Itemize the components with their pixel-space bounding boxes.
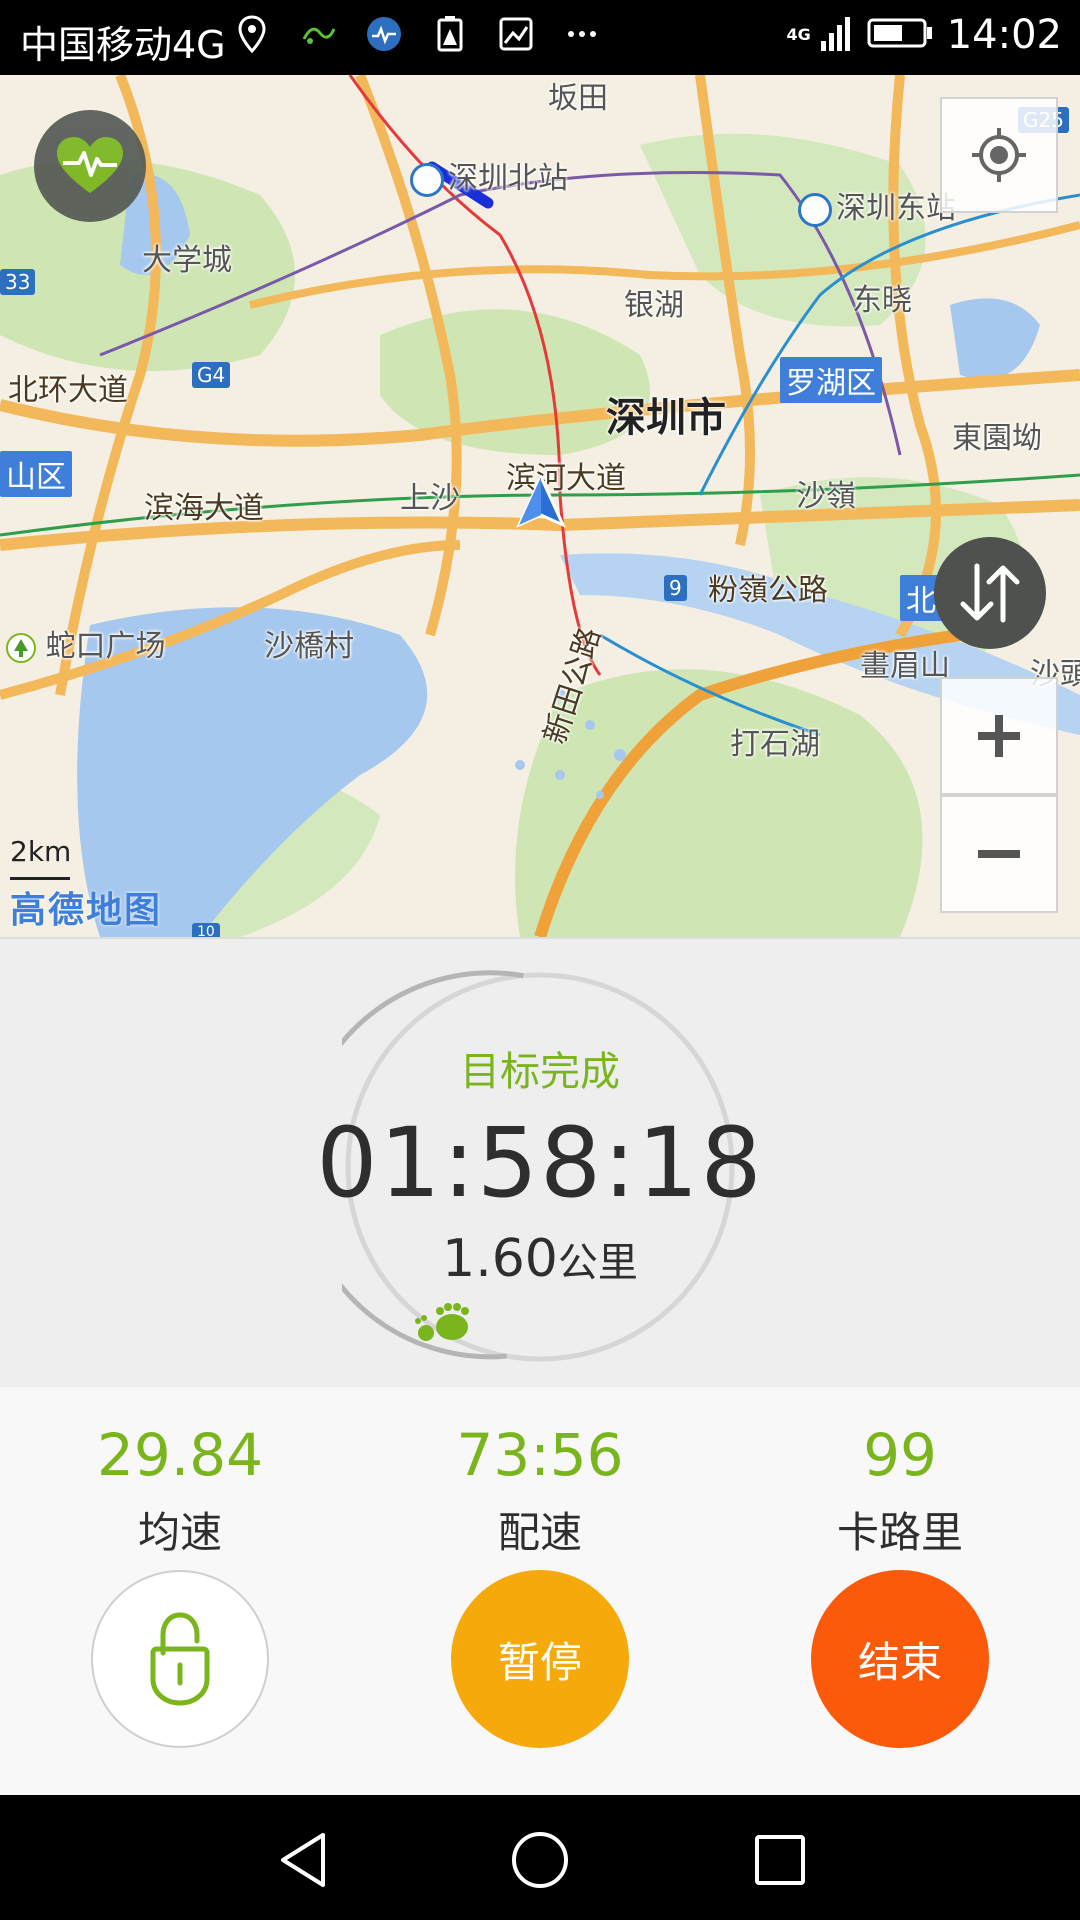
clock: 14:02 (946, 12, 1062, 58)
back-icon (281, 1833, 325, 1887)
more-notifications-icon (562, 14, 602, 54)
recents-button[interactable] (745, 1825, 815, 1895)
location-icon (232, 14, 272, 54)
pause-label: 暂停 (497, 1637, 582, 1687)
signal-icon (819, 13, 853, 57)
heart-rate-button[interactable] (34, 110, 146, 222)
home-button[interactable] (505, 1825, 575, 1895)
highway-shield: 10 (192, 923, 220, 937)
highway-shield: 33 (0, 269, 36, 295)
map-label: 坂田 (548, 81, 608, 116)
calories-value: 99 (863, 1421, 937, 1489)
map-label: 东晓 (852, 283, 912, 318)
image-icon (496, 14, 536, 54)
map-label-station: 深圳东站 (798, 183, 956, 227)
network-type: 4G (786, 25, 811, 44)
avg-speed-label: 均速 (137, 1508, 222, 1557)
heart-rate-icon (57, 137, 123, 193)
notification-icons (232, 14, 602, 54)
map-label: 沙橋村 (264, 629, 354, 664)
metro-station-icon (410, 162, 444, 197)
unlock-icon (150, 1612, 210, 1706)
zoom-out-button[interactable] (940, 795, 1058, 913)
map-scale-bar (10, 877, 70, 880)
avg-speed-value: 29.84 (96, 1421, 264, 1489)
pause-button[interactable]: 暂停 (451, 1570, 629, 1748)
map-label: 畫眉山 (860, 649, 950, 684)
highway-shield: 9 (664, 575, 687, 601)
system-nav-bar (0, 1795, 1080, 1920)
map-label-district: 山区 (0, 451, 72, 497)
map-label: 银湖 (624, 288, 684, 323)
swap-button[interactable] (934, 537, 1046, 649)
map-view[interactable]: 坂田 深圳北站 深圳东站 大学城 银湖 东晓 北环大道 罗湖区 深圳市 東園坳 … (0, 75, 1080, 937)
swap-arrows-icon (960, 563, 1020, 623)
map-label: 東園坳 (952, 421, 1042, 456)
app-notification-icon (298, 14, 338, 54)
map-label: 打石湖 (730, 727, 820, 762)
map-label: 粉嶺公路 (708, 573, 828, 608)
map-label: 上沙 (400, 481, 460, 516)
distance: 1.60公里 (0, 1229, 1080, 1289)
battery-icon (867, 16, 933, 54)
carrier-name: 中国移动4G (20, 23, 226, 67)
map-label: 蛇口广场 (6, 621, 166, 665)
zoom-in-button[interactable] (940, 677, 1058, 795)
timer-panel: 目标完成 01:58:18 1.60公里 (0, 937, 1080, 1389)
stats-panel: 29.84 均速 73:56 配速 99 卡路里 暂停 结束 (0, 1387, 1080, 1795)
goal-status: 目标完成 (460, 1049, 620, 1095)
end-button[interactable]: 结束 (811, 1570, 989, 1748)
map-label: 滨海大道 (144, 491, 264, 526)
status-right: 4G 14:02 (786, 12, 1062, 58)
unlock-button[interactable] (91, 1570, 269, 1748)
map-label: 大学城 (142, 243, 232, 278)
navigation-arrow-icon (515, 473, 567, 535)
locate-button[interactable] (940, 97, 1058, 213)
map-label-station: 深圳北站 (410, 153, 568, 197)
highway-shield: G4 (192, 362, 231, 388)
footprint-icon (414, 1299, 474, 1349)
plus-icon (978, 715, 1020, 757)
home-icon (512, 1832, 568, 1888)
map-provider-logo: 高德地图 (10, 890, 163, 931)
map-label: 沙嶺 (796, 479, 856, 514)
distance-value: 1.60 (442, 1229, 558, 1289)
status-bar: 中国移动4G 4G 14:02 (0, 0, 1080, 75)
pace-label: 配速 (497, 1508, 582, 1557)
map-label-district: 罗湖区 (780, 357, 882, 403)
recents-icon (755, 1835, 805, 1885)
elapsed-time: 01:58:18 (316, 1107, 764, 1219)
locate-icon (972, 128, 1026, 182)
map-label-city: 深圳市 (606, 395, 726, 441)
back-button[interactable] (268, 1825, 338, 1895)
map-label: 北环大道 (8, 373, 128, 408)
health-app-icon (364, 14, 404, 54)
pace-value: 73:56 (456, 1421, 624, 1489)
metro-station-icon (798, 192, 832, 227)
battery-warning-icon (430, 14, 470, 54)
minus-icon (978, 850, 1020, 858)
calories-label: 卡路里 (836, 1508, 963, 1557)
map-scale: 2km (10, 835, 72, 868)
park-icon (6, 632, 36, 663)
end-label: 结束 (857, 1637, 942, 1687)
distance-unit: 公里 (557, 1240, 638, 1286)
